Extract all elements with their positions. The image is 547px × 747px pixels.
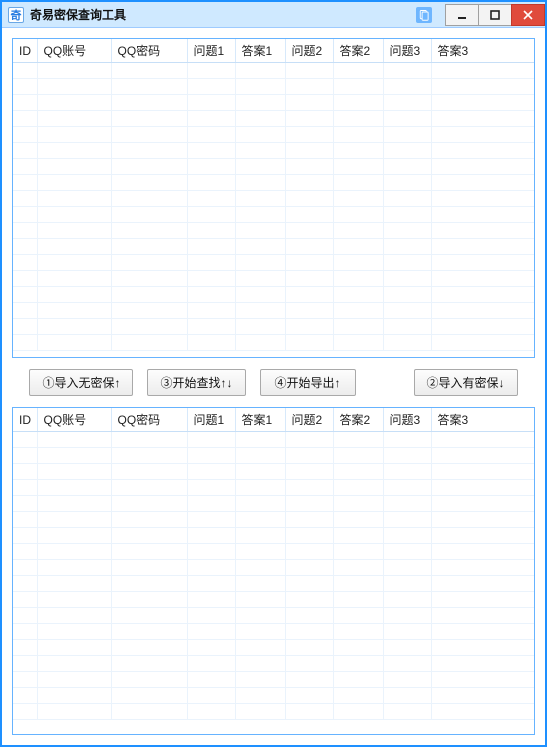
col-header-a1[interactable]: 答案1 bbox=[235, 39, 285, 63]
table-row[interactable] bbox=[13, 287, 534, 303]
table-row[interactable] bbox=[13, 143, 534, 159]
table-row[interactable] bbox=[13, 640, 534, 656]
table-row[interactable] bbox=[13, 496, 534, 512]
col-header-a3[interactable]: 答案3 bbox=[431, 408, 534, 432]
import-nosecure-button[interactable]: ①导入无密保↑ bbox=[29, 369, 133, 396]
table-row[interactable] bbox=[13, 656, 534, 672]
table-row[interactable] bbox=[13, 255, 534, 271]
col-header-q3[interactable]: 问题3 bbox=[383, 408, 431, 432]
col-header-pwd[interactable]: QQ密码 bbox=[111, 408, 187, 432]
table-row[interactable] bbox=[13, 159, 534, 175]
col-header-q3[interactable]: 问题3 bbox=[383, 39, 431, 63]
app-icon: 奇 bbox=[8, 7, 24, 23]
table-row[interactable] bbox=[13, 319, 534, 335]
app-window: 奇 奇易密保查询工具 bbox=[0, 0, 547, 747]
table-row[interactable] bbox=[13, 672, 534, 688]
col-header-acc[interactable]: QQ账号 bbox=[37, 39, 111, 63]
table-row[interactable] bbox=[13, 127, 534, 143]
table-row[interactable] bbox=[13, 704, 534, 720]
table-row[interactable] bbox=[13, 303, 534, 319]
table-row[interactable] bbox=[13, 480, 534, 496]
table-row[interactable] bbox=[13, 79, 534, 95]
bottom-grid-header[interactable]: ID QQ账号 QQ密码 问题1 答案1 问题2 答案2 问题3 答案3 bbox=[13, 408, 534, 432]
table-row[interactable] bbox=[13, 432, 534, 448]
col-header-q1[interactable]: 问题1 bbox=[187, 39, 235, 63]
table-row[interactable] bbox=[13, 207, 534, 223]
col-header-a1[interactable]: 答案1 bbox=[235, 408, 285, 432]
col-header-id[interactable]: ID bbox=[13, 408, 37, 432]
col-header-id[interactable]: ID bbox=[13, 39, 37, 63]
bottom-grid[interactable]: ID QQ账号 QQ密码 问题1 答案1 问题2 答案2 问题3 答案3 bbox=[12, 407, 535, 735]
table-row[interactable] bbox=[13, 95, 534, 111]
start-export-button[interactable]: ④开始导出↑ bbox=[260, 369, 356, 396]
table-row[interactable] bbox=[13, 63, 534, 79]
window-controls bbox=[446, 4, 545, 26]
table-row[interactable] bbox=[13, 223, 534, 239]
close-button[interactable] bbox=[511, 4, 545, 26]
top-grid[interactable]: ID QQ账号 QQ密码 问题1 答案1 问题2 答案2 问题3 答案3 bbox=[12, 38, 535, 358]
table-row[interactable] bbox=[13, 191, 534, 207]
col-header-a2[interactable]: 答案2 bbox=[333, 408, 383, 432]
table-row[interactable] bbox=[13, 448, 534, 464]
col-header-pwd[interactable]: QQ密码 bbox=[111, 39, 187, 63]
table-row[interactable] bbox=[13, 624, 534, 640]
table-row[interactable] bbox=[13, 592, 534, 608]
col-header-q2[interactable]: 问题2 bbox=[285, 39, 333, 63]
start-search-button[interactable]: ③开始查找↑↓ bbox=[147, 369, 245, 396]
table-row[interactable] bbox=[13, 512, 534, 528]
col-header-a2[interactable]: 答案2 bbox=[333, 39, 383, 63]
table-row[interactable] bbox=[13, 271, 534, 287]
table-row[interactable] bbox=[13, 239, 534, 255]
table-row[interactable] bbox=[13, 528, 534, 544]
table-row[interactable] bbox=[13, 464, 534, 480]
import-secure-button[interactable]: ②导入有密保↓ bbox=[414, 369, 518, 396]
col-header-acc[interactable]: QQ账号 bbox=[37, 408, 111, 432]
col-header-q1[interactable]: 问题1 bbox=[187, 408, 235, 432]
table-row[interactable] bbox=[13, 544, 534, 560]
table-row[interactable] bbox=[13, 335, 534, 351]
button-row: ①导入无密保↑ ③开始查找↑↓ ④开始导出↑ ②导入有密保↓ bbox=[12, 366, 535, 399]
window-title: 奇易密保查询工具 bbox=[30, 6, 126, 23]
table-row[interactable] bbox=[13, 175, 534, 191]
table-row[interactable] bbox=[13, 560, 534, 576]
titlebar-extra-icon[interactable] bbox=[416, 7, 432, 23]
top-grid-header[interactable]: ID QQ账号 QQ密码 问题1 答案1 问题2 答案2 问题3 答案3 bbox=[13, 39, 534, 63]
table-row[interactable] bbox=[13, 111, 534, 127]
client-area: ID QQ账号 QQ密码 问题1 答案1 问题2 答案2 问题3 答案3 ①导入… bbox=[2, 28, 545, 745]
title-bar[interactable]: 奇 奇易密保查询工具 bbox=[2, 2, 545, 28]
table-row[interactable] bbox=[13, 608, 534, 624]
table-row[interactable] bbox=[13, 688, 534, 704]
table-row[interactable] bbox=[13, 576, 534, 592]
col-header-q2[interactable]: 问题2 bbox=[285, 408, 333, 432]
col-header-a3[interactable]: 答案3 bbox=[431, 39, 534, 63]
maximize-button[interactable] bbox=[478, 4, 512, 26]
minimize-button[interactable] bbox=[445, 4, 479, 26]
